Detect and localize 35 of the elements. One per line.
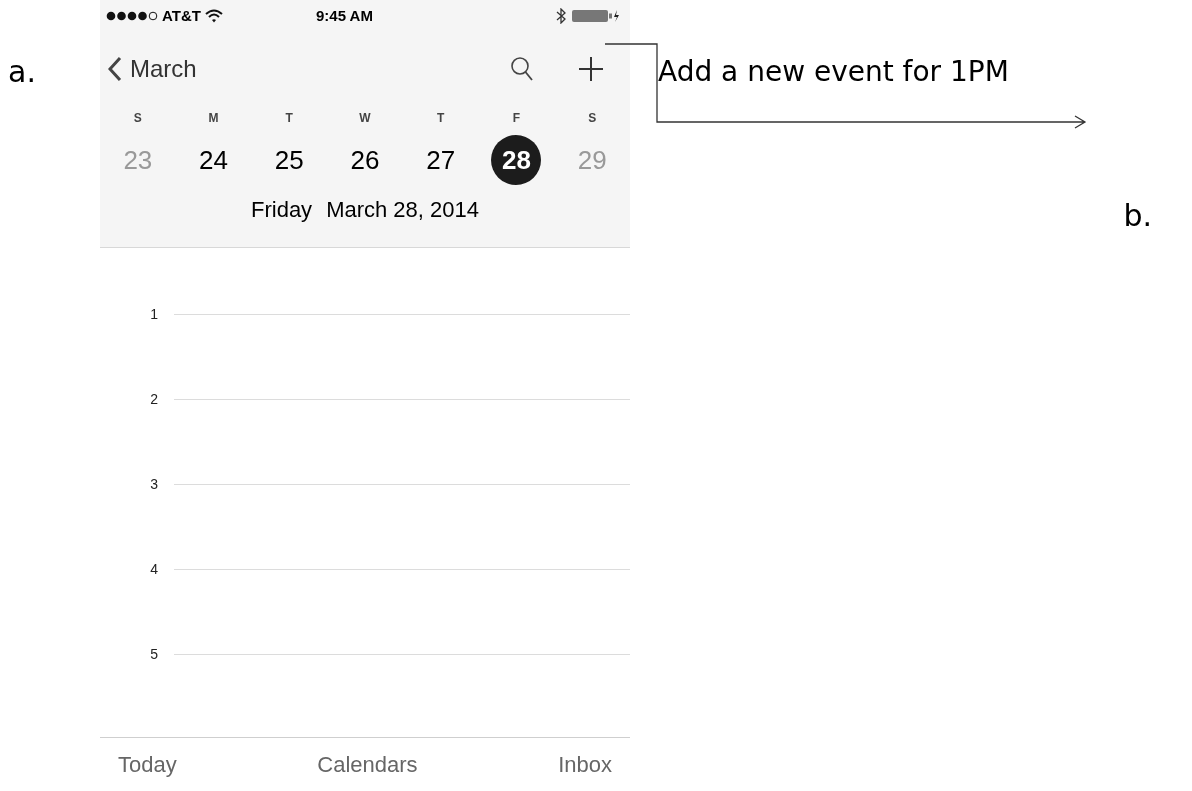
chevron-left-icon xyxy=(108,55,122,82)
day-button[interactable]: 27 xyxy=(415,135,466,185)
date-text: March 28, 2014 xyxy=(326,196,479,224)
hour-label: 4 xyxy=(149,560,158,579)
hour-label: 1 xyxy=(149,305,158,324)
weekday-letter: W xyxy=(359,110,371,127)
signal-icon xyxy=(106,11,158,21)
weekday-letter: T xyxy=(437,110,445,127)
callout-text: Add a new event for 1PM xyxy=(658,54,1010,90)
day-button[interactable]: 28 xyxy=(491,135,542,185)
tab-button[interactable]: Calendars xyxy=(317,748,418,781)
day-button[interactable]: 26 xyxy=(340,135,390,185)
battery-icon xyxy=(572,9,620,23)
weekday-letter: S xyxy=(133,110,142,127)
day-button[interactable]: 24 xyxy=(188,135,239,185)
weekday-letter: F xyxy=(512,110,521,127)
bluetooth-icon xyxy=(556,8,566,24)
tab-button[interactable]: Today xyxy=(118,748,177,781)
hour-label: 2 xyxy=(149,390,158,409)
weekday-letter: T xyxy=(285,110,293,127)
weekday-text: Friday xyxy=(251,196,313,224)
clock-text: 9:45 AM xyxy=(315,5,373,26)
weekday-letter: M xyxy=(208,110,219,127)
day-button[interactable]: 25 xyxy=(264,135,315,185)
search-icon[interactable] xyxy=(510,55,534,82)
hour-label: 5 xyxy=(149,645,158,664)
wifi-icon xyxy=(204,9,223,23)
step-label: a. xyxy=(8,54,36,89)
weekday-letter: S xyxy=(588,110,597,127)
carrier-text: AT&T xyxy=(162,5,201,26)
back-button[interactable]: March xyxy=(108,50,197,87)
tab-button[interactable]: Inbox xyxy=(558,748,612,781)
step-label: b. xyxy=(1123,197,1152,235)
hour-label: 3 xyxy=(149,475,158,494)
add-icon[interactable] xyxy=(578,55,604,82)
